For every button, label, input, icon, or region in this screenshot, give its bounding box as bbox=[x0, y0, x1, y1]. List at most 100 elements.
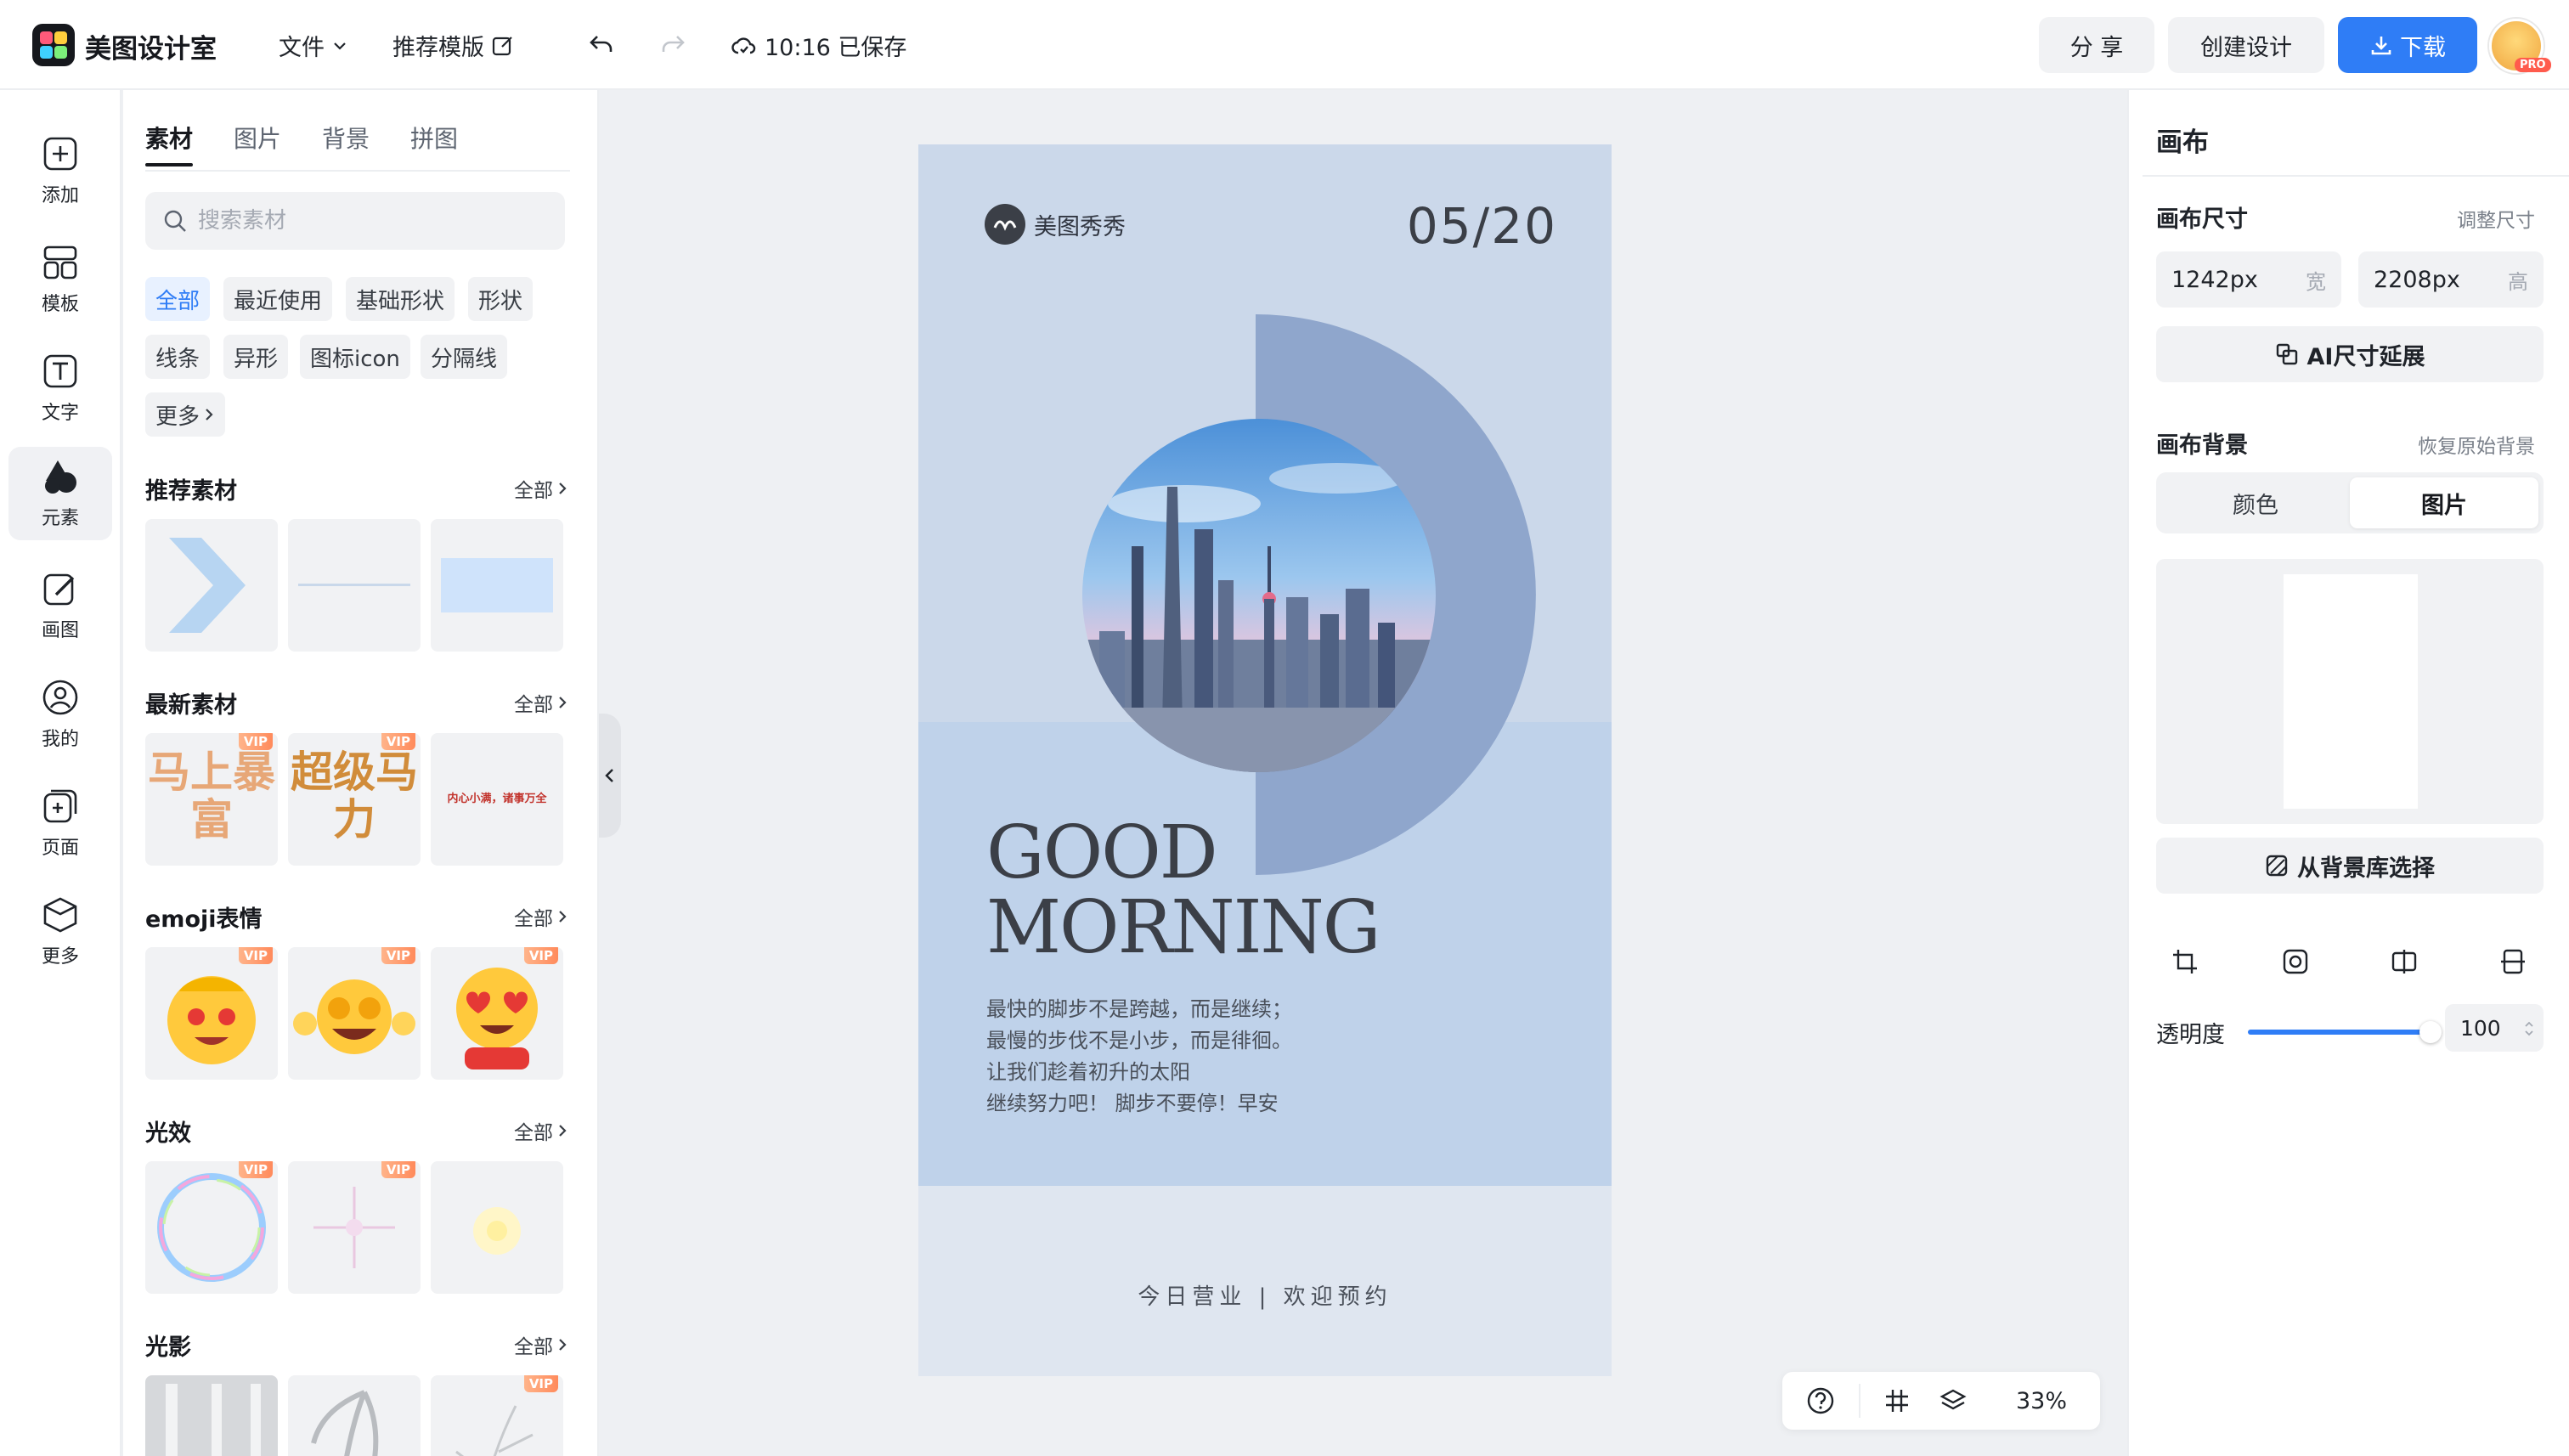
ai-extend-button[interactable]: AI尺寸延展 bbox=[2156, 326, 2544, 382]
chip-basic-shapes[interactable]: 基础形状 bbox=[346, 277, 455, 321]
app-logo[interactable] bbox=[32, 24, 75, 66]
asset-thumb-rectangle[interactable] bbox=[431, 519, 563, 652]
asset-thumb-branch-shadow[interactable]: VIP bbox=[431, 1375, 563, 1456]
zoom-level[interactable]: 33% bbox=[1995, 1372, 2088, 1430]
flip-vertical-icon bbox=[2501, 949, 2525, 974]
asset-thumb-bubble[interactable]: VIP bbox=[145, 1161, 278, 1294]
nav-elements[interactable]: 元素 bbox=[8, 447, 112, 540]
tab-collage[interactable]: 拼图 bbox=[410, 121, 458, 155]
nav-templates[interactable]: 模板 bbox=[8, 233, 112, 326]
create-design-button[interactable]: 创建设计 bbox=[2168, 17, 2324, 73]
collapse-panel-handle[interactable] bbox=[599, 714, 621, 838]
nav-pages[interactable]: 页面 bbox=[8, 776, 112, 870]
grid-toggle[interactable] bbox=[1876, 1372, 1918, 1430]
segment-color[interactable]: 颜色 bbox=[2161, 477, 2350, 528]
poster-headline[interactable]: GOOD MORNING bbox=[986, 815, 1380, 965]
chip-icons[interactable]: 图标icon bbox=[300, 335, 410, 379]
width-field[interactable]: 1242px 宽 bbox=[2156, 251, 2341, 308]
chip-lines[interactable]: 线条 bbox=[145, 335, 211, 379]
asset-thumb-line[interactable] bbox=[288, 519, 421, 652]
asset-thumb-glow[interactable] bbox=[431, 1161, 563, 1294]
undo-button[interactable] bbox=[583, 25, 620, 63]
asset-thumb-sticker-power[interactable]: 超级马力 VIP bbox=[288, 733, 421, 866]
chip-shapes[interactable]: 形状 bbox=[468, 277, 534, 321]
vip-badge: VIP bbox=[523, 947, 558, 964]
download-button[interactable]: 下载 bbox=[2338, 17, 2477, 73]
layers-icon bbox=[1939, 1389, 1967, 1410]
asset-thumb-emoji-coins[interactable]: VIP bbox=[288, 947, 421, 1080]
asset-thumb-chevron[interactable] bbox=[145, 519, 278, 652]
asset-thumb-emoji-love[interactable]: VIP bbox=[431, 947, 563, 1080]
flip-horizontal-button[interactable] bbox=[2386, 943, 2423, 980]
tab-materials[interactable]: 素材 bbox=[145, 121, 194, 166]
nav-more[interactable]: 更多 bbox=[8, 885, 112, 979]
search-input[interactable] bbox=[198, 208, 538, 234]
poster-brand[interactable]: 美图秀秀 bbox=[985, 204, 1126, 245]
opacity-slider-handle[interactable] bbox=[2419, 1021, 2442, 1043]
city-skyline-image bbox=[1082, 419, 1436, 772]
view-all-recommended[interactable]: 全部 bbox=[514, 474, 568, 503]
chip-irregular[interactable]: 异形 bbox=[223, 335, 289, 379]
help-button[interactable] bbox=[1798, 1372, 1843, 1430]
flip-vertical-button[interactable] bbox=[2494, 943, 2532, 980]
nav-text[interactable]: 文字 bbox=[8, 341, 112, 435]
asset-thumb-leaf-shadow[interactable] bbox=[288, 1375, 421, 1456]
tab-backgrounds[interactable]: 背景 bbox=[322, 121, 370, 155]
opacity-slider[interactable] bbox=[2248, 1030, 2431, 1035]
asset-thumb-window-shadow[interactable] bbox=[145, 1375, 278, 1456]
asset-panel: 素材 图片 背景 拼图 全部 最近使用 基础形状 形状 线条 异形 图标icon… bbox=[123, 90, 599, 1456]
download-icon bbox=[2371, 37, 2391, 55]
save-status-text: 10:16 已保存 bbox=[765, 35, 907, 61]
panel-title: 画布 bbox=[2156, 127, 2209, 158]
view-all-newest[interactable]: 全部 bbox=[514, 688, 568, 717]
chip-more[interactable]: 更多 bbox=[145, 392, 226, 437]
layers-button[interactable] bbox=[1932, 1372, 1974, 1430]
resize-link[interactable]: 调整尺寸 bbox=[2457, 204, 2535, 233]
segment-image[interactable]: 图片 bbox=[2350, 477, 2538, 528]
template-icon bbox=[43, 245, 77, 279]
opacity-input[interactable]: 100 bbox=[2445, 1004, 2544, 1052]
height-field[interactable]: 2208px 高 bbox=[2358, 251, 2544, 308]
vip-badge: VIP bbox=[381, 1161, 415, 1178]
background-preview[interactable] bbox=[2156, 559, 2544, 824]
chip-dividers[interactable]: 分隔线 bbox=[421, 335, 508, 379]
view-all-light-shadow[interactable]: 全部 bbox=[514, 1330, 568, 1359]
redo-button[interactable] bbox=[654, 25, 692, 63]
section-title-emoji: emoji表情 bbox=[145, 906, 263, 933]
asset-thumb-sticker-quote[interactable]: 内心小满，诸事万全 bbox=[431, 733, 563, 866]
background-library-button[interactable]: 从背景库选择 bbox=[2156, 838, 2544, 894]
city-skyline-photo[interactable] bbox=[1082, 419, 1436, 772]
share-button[interactable]: 分 享 bbox=[2039, 17, 2154, 73]
poster-footer[interactable]: 今日营业 | 欢迎预约 bbox=[918, 1279, 1612, 1311]
file-menu[interactable]: 文件 bbox=[279, 29, 348, 62]
height-unit: 高 bbox=[2508, 269, 2528, 294]
nav-add[interactable]: 添加 bbox=[8, 124, 112, 217]
asset-search[interactable] bbox=[145, 192, 565, 250]
crop-button[interactable] bbox=[2166, 943, 2204, 980]
money-emoji-icon bbox=[167, 976, 256, 1064]
nav-more-label: 更多 bbox=[41, 946, 79, 968]
filter-button[interactable] bbox=[2277, 943, 2314, 980]
help-icon bbox=[1807, 1387, 1834, 1414]
chip-all[interactable]: 全部 bbox=[145, 277, 211, 321]
asset-thumb-sparkle[interactable]: VIP bbox=[288, 1161, 421, 1294]
design-canvas[interactable]: 美图秀秀 05/20 GOOD MORNING 最快的脚步不是跨越，而是继续； … bbox=[918, 144, 1612, 1376]
poster-date[interactable]: 05/20 bbox=[1407, 197, 1557, 255]
view-all-light-effects[interactable]: 全部 bbox=[514, 1116, 568, 1145]
asset-thumb-sticker-rich[interactable]: 马上暴富 VIP bbox=[145, 733, 278, 866]
recommended-templates-menu[interactable]: 推荐模版 bbox=[392, 29, 515, 62]
nav-mine[interactable]: 我的 bbox=[8, 668, 112, 761]
leaf-shadow-icon bbox=[311, 1390, 379, 1456]
ai-resize-icon bbox=[2276, 343, 2297, 365]
properties-panel: 画布 画布尺寸 调整尺寸 1242px 宽 2208px 高 AI尺寸延展 画布… bbox=[2127, 90, 2569, 1456]
chip-recent[interactable]: 最近使用 bbox=[223, 277, 333, 321]
asset-thumb-emoji-money[interactable]: VIP bbox=[145, 947, 278, 1080]
chevron-down-icon bbox=[334, 42, 346, 50]
nav-draw[interactable]: 画图 bbox=[8, 559, 112, 652]
poster-body-copy[interactable]: 最快的脚步不是跨越，而是继续； 最慢的步伐不是小步，而是徘徊。 让我们趁着初升的… bbox=[986, 994, 1292, 1120]
tab-images[interactable]: 图片 bbox=[234, 121, 281, 155]
chevron-right-icon bbox=[559, 911, 567, 923]
user-icon bbox=[42, 680, 78, 715]
view-all-emoji[interactable]: 全部 bbox=[514, 902, 568, 931]
restore-background-link[interactable]: 恢复原始背景 bbox=[2418, 430, 2535, 459]
